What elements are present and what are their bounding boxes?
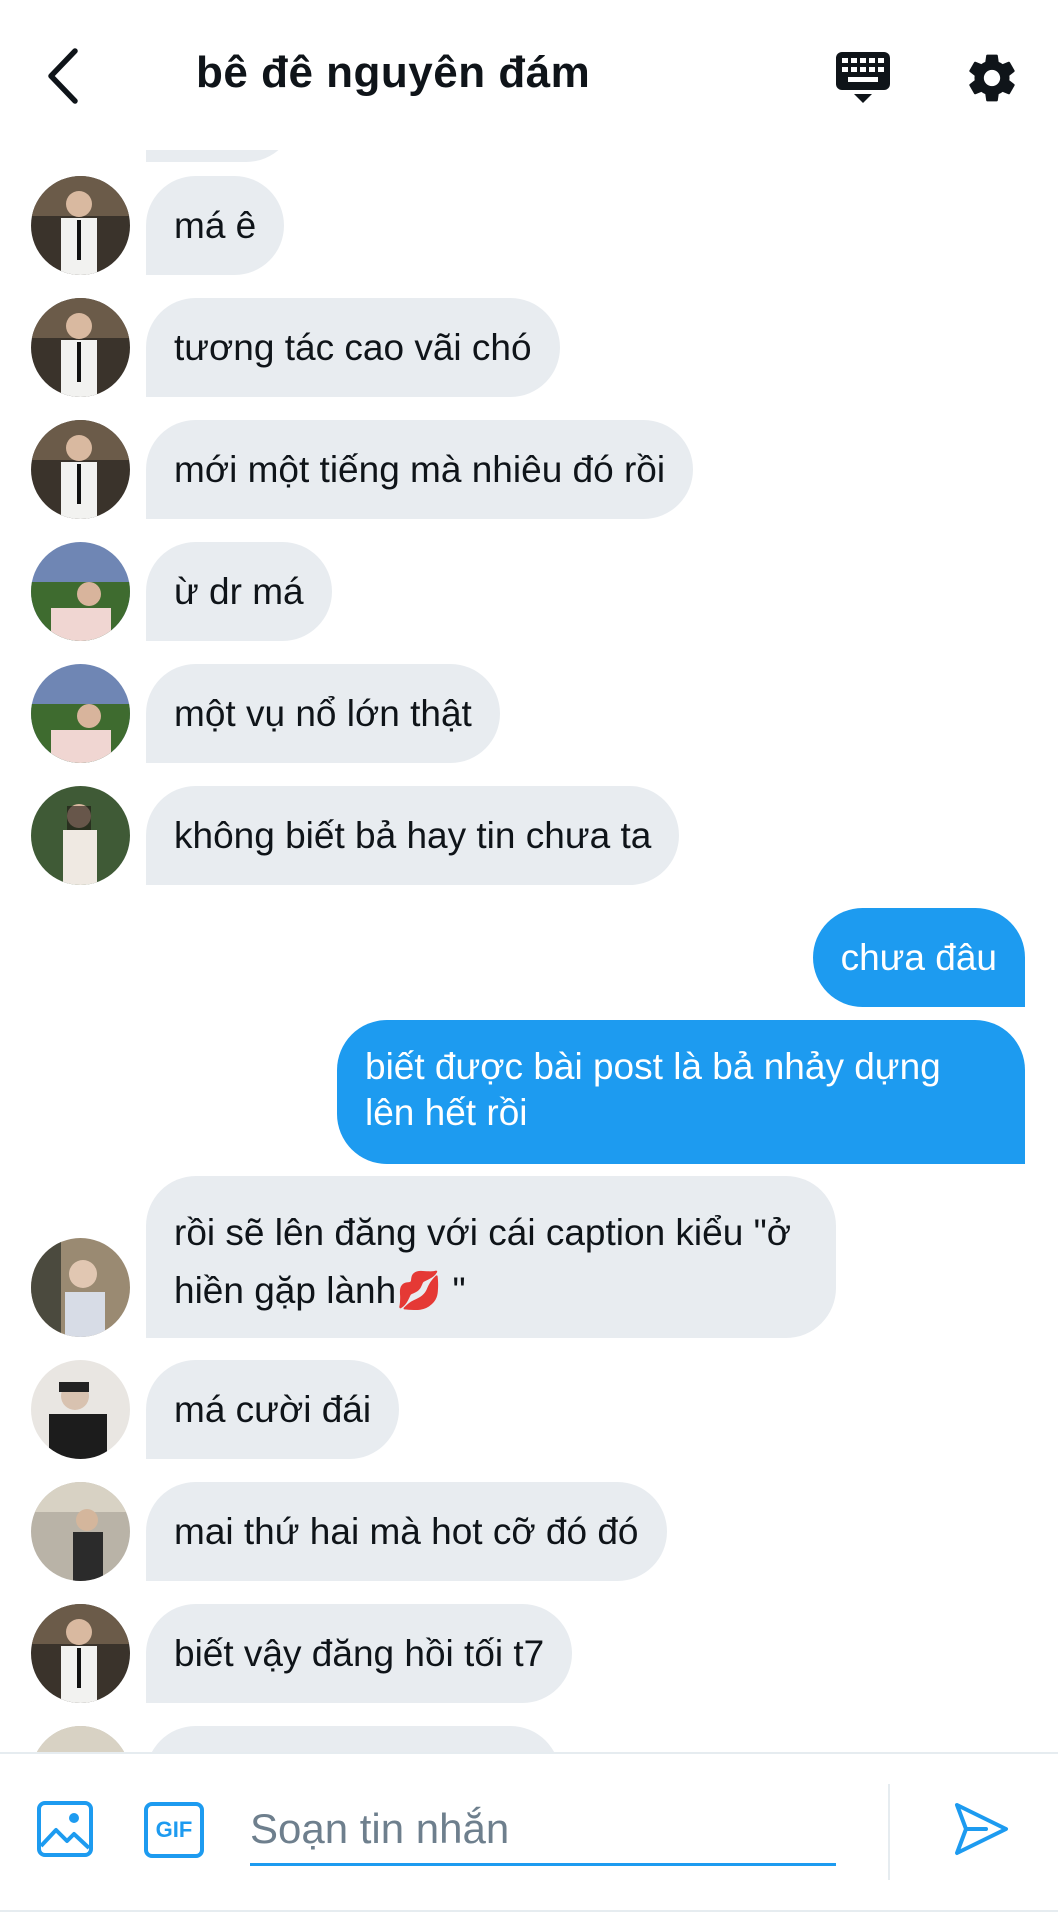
send-button[interactable] <box>952 1800 1010 1858</box>
avatar-photo-icon <box>31 1604 130 1703</box>
avatar[interactable] <box>31 1604 130 1703</box>
conversation-title: bê đê nguyên đám <box>196 48 591 97</box>
avatar-photo-icon <box>31 298 130 397</box>
conversation-header: bê đê nguyên đám <box>0 0 1058 150</box>
message-row: chưa đâu <box>0 908 1058 1007</box>
avatar[interactable] <box>31 1360 130 1459</box>
keyboard-icon <box>836 52 890 103</box>
message-bubble: ừ dr má <box>146 542 332 641</box>
avatar-photo-icon <box>31 420 130 519</box>
avatar[interactable] <box>31 176 130 275</box>
message-input[interactable] <box>250 1794 836 1866</box>
message-row: tương tác cao vãi chó <box>0 298 1058 397</box>
message-bubble: rồi sẽ lên đăng với cái caption kiểu "ở … <box>146 1176 836 1338</box>
divider <box>0 1910 1058 1912</box>
message-bubble: má cười đái <box>146 1360 400 1459</box>
message-row: mới một tiếng mà nhiêu đó rồi <box>0 420 1058 519</box>
message-row: biết được bài post là bả nhảy dựng lên h… <box>0 1020 1058 1164</box>
avatar[interactable] <box>31 786 130 885</box>
message-bubble-sent: chưa đâu <box>812 908 1025 1007</box>
message-bubble-partial <box>146 1726 560 1752</box>
avatar-photo-icon <box>31 664 130 763</box>
avatar[interactable] <box>31 664 130 763</box>
back-button[interactable] <box>38 46 88 106</box>
settings-button[interactable] <box>964 50 1020 106</box>
avatar-photo-icon <box>31 1482 130 1581</box>
avatar[interactable] <box>31 542 130 641</box>
composer-bar: GIF <box>0 1752 1058 1920</box>
avatar-photo-icon <box>31 1726 130 1752</box>
message-row: ừ dr má <box>0 542 1058 641</box>
message-row: một vụ nổ lớn thật <box>0 664 1058 763</box>
message-bubble: biết vậy đăng hồi tối t7 <box>146 1604 573 1703</box>
avatar[interactable] <box>31 298 130 397</box>
avatar[interactable] <box>31 1726 130 1752</box>
message-row: không biết bả hay tin chưa ta <box>0 786 1058 885</box>
gear-icon <box>969 54 1015 102</box>
chevron-left-icon <box>48 48 78 104</box>
add-image-button[interactable] <box>36 1800 94 1858</box>
gif-button[interactable]: GIF <box>144 1802 204 1858</box>
message-row: má ê <box>0 176 1058 275</box>
message-bubble: mai thứ hai mà hot cỡ đó đó <box>146 1482 667 1581</box>
message-row: rồi sẽ lên đăng với cái caption kiểu "ở … <box>0 1176 1058 1338</box>
image-icon <box>37 1801 93 1857</box>
message-bubble-partial <box>146 150 296 162</box>
message-row: mai thứ hai mà hot cỡ đó đó <box>0 1482 1058 1581</box>
message-bubble: không biết bả hay tin chưa ta <box>146 786 680 885</box>
message-list[interactable]: má ê tương tác cao vãi chó mới một tiếng… <box>0 150 1058 1752</box>
avatar-photo-icon <box>31 1360 130 1459</box>
keyboard-button[interactable] <box>834 48 892 106</box>
message-bubble: tương tác cao vãi chó <box>146 298 560 397</box>
message-bubble: má ê <box>146 176 285 275</box>
message-row: má cười đái <box>0 1360 1058 1459</box>
avatar-photo-icon <box>31 786 130 885</box>
message-bubble: một vụ nổ lớn thật <box>146 664 500 763</box>
message-bubble-sent: biết được bài post là bả nhảy dựng lên h… <box>337 1020 1025 1164</box>
avatar-photo-icon <box>31 1238 130 1337</box>
avatar[interactable] <box>31 420 130 519</box>
avatar-photo-icon <box>31 176 130 275</box>
avatar[interactable] <box>31 1482 130 1581</box>
message-row: biết vậy đăng hồi tối t7 <box>0 1604 1058 1703</box>
avatar[interactable] <box>31 1238 130 1337</box>
divider <box>888 1784 890 1880</box>
avatar-photo-icon <box>31 542 130 641</box>
message-bubble: mới một tiếng mà nhiêu đó rồi <box>146 420 694 519</box>
send-icon <box>955 1803 1008 1855</box>
